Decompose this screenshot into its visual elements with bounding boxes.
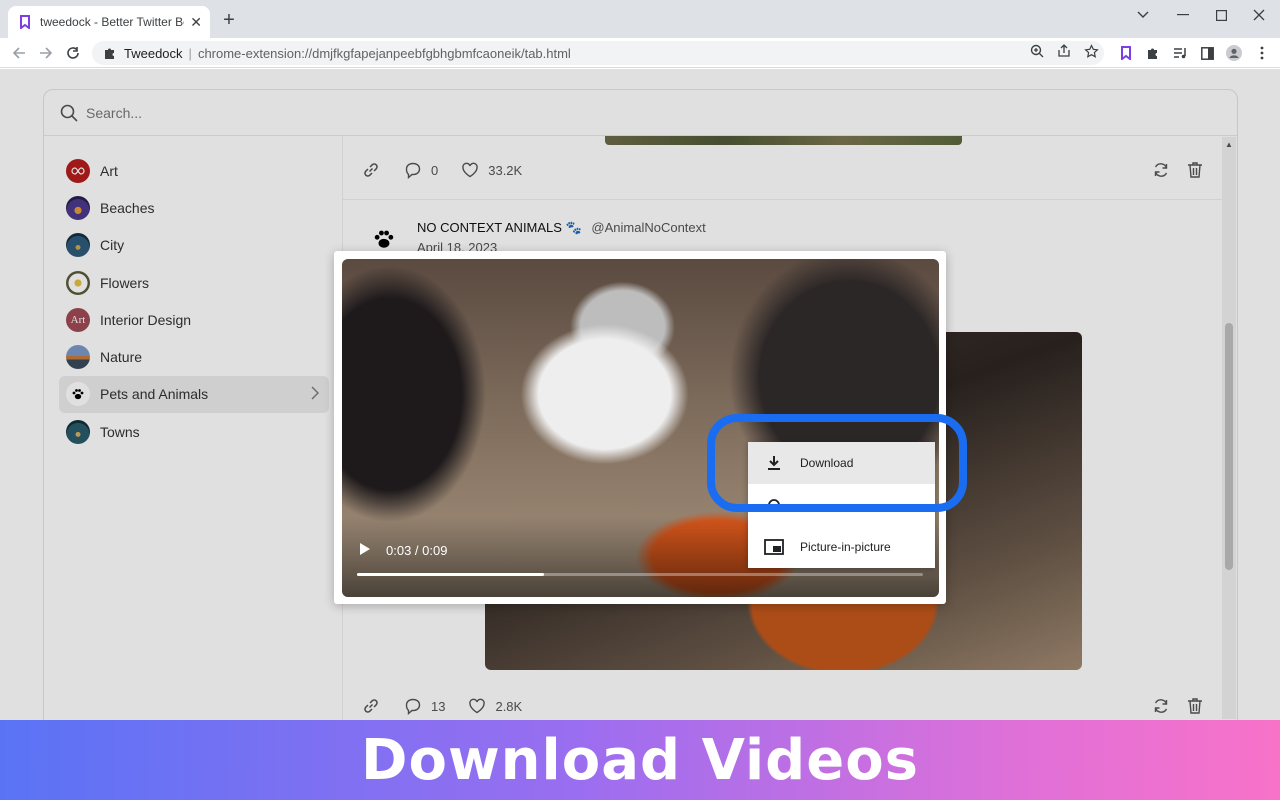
extensions-puzzle-icon[interactable] <box>1145 45 1161 61</box>
context-menu-label: Picture-in-picture <box>800 540 891 554</box>
download-highlight-outline <box>707 414 967 512</box>
minimize-window-button[interactable] <box>1164 0 1202 30</box>
extension-puzzle-icon <box>105 48 114 59</box>
site-name: Tweedock <box>124 45 183 61</box>
context-menu-picture-in-picture[interactable]: Picture-in-picture <box>748 526 935 568</box>
video-time: 0:03 / 0:09 <box>386 543 448 558</box>
tweedock-extension-icon[interactable] <box>1118 45 1134 61</box>
profile-avatar-icon[interactable] <box>1226 45 1242 61</box>
video-progress-track[interactable] <box>357 573 923 576</box>
browser-toolbar: Tweedock | chrome-extension://dmjfkgfape… <box>0 38 1280 68</box>
share-icon[interactable] <box>1056 43 1072 59</box>
tweedock-favicon-icon <box>20 15 30 29</box>
url-text: chrome-extension://dmjfkgfapejanpeebfgbh… <box>197 45 571 61</box>
side-panel-icon[interactable] <box>1199 45 1215 61</box>
close-tab-icon[interactable]: ✕ <box>190 14 202 31</box>
banner-title: Download Videos <box>360 727 920 793</box>
page-content: Art Beaches City Flowers Art Interior De… <box>0 69 1280 720</box>
media-queue-icon[interactable] <box>1172 45 1188 61</box>
zoom-icon[interactable] <box>1029 43 1045 59</box>
new-tab-button[interactable]: + <box>218 9 240 31</box>
picture-in-picture-icon <box>764 537 784 557</box>
reload-icon[interactable] <box>63 43 83 63</box>
url-separator: | <box>188 45 192 61</box>
back-arrow-icon[interactable] <box>9 43 29 63</box>
video-progress-fill <box>357 573 544 576</box>
browser-tabstrip: tweedock - Better Twitter Bookm ✕ + <box>0 0 1280 38</box>
close-window-button[interactable] <box>1240 0 1278 30</box>
browser-tab[interactable]: tweedock - Better Twitter Bookm ✕ <box>8 6 210 38</box>
forward-arrow-icon[interactable] <box>36 43 56 63</box>
play-icon[interactable] <box>358 541 372 557</box>
promo-banner: Download Videos <box>0 720 1280 800</box>
maximize-window-button[interactable] <box>1202 0 1240 30</box>
address-bar[interactable]: Tweedock | chrome-extension://dmjfkgfape… <box>92 41 1104 65</box>
kebab-menu-icon[interactable] <box>1254 45 1270 61</box>
tab-search-chevron-icon[interactable] <box>1124 0 1162 30</box>
bookmark-star-icon[interactable] <box>1083 43 1099 59</box>
tab-title: tweedock - Better Twitter Bookm <box>40 15 184 29</box>
